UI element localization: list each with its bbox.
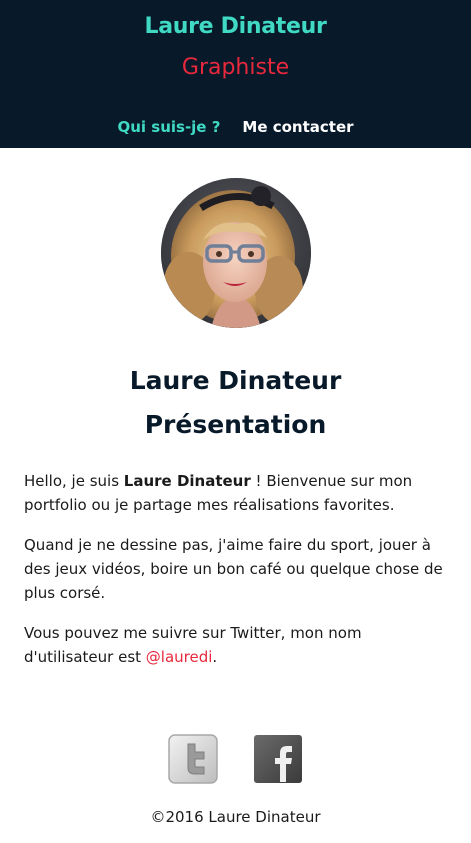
intro-paragraph: Hello, je suis Laure Dinateur ! Bienvenu… [24,469,444,517]
twitter-link[interactable] [168,734,218,784]
site-brand-role: Graphiste [181,55,290,80]
nav-item-contact[interactable]: Me contacter [242,118,353,136]
twitter-icon [168,734,218,784]
avatar [161,178,311,328]
intro-name-bold: Laure Dinateur [123,472,251,490]
profile-name-title: Laure Dinateur [129,366,342,395]
hobbies-paragraph: Quand je ne dessine pas, j'aime faire du… [24,536,443,602]
intro-text-start: Hello, je suis [24,472,124,490]
twitter-text-end: . [212,648,218,666]
site-header: Laure Dinateur Graphiste Qui suis-je ? M… [0,0,471,148]
twitter-handle-link[interactable]: @lauredi [146,648,213,666]
twitter-paragraph: Vous pouvez me suivre sur Twitter, mon n… [24,621,444,669]
avatar-portrait-image [161,178,311,328]
nav-item-about[interactable]: Qui suis-je ? [117,118,220,136]
about-content: Hello, je suis Laure Dinateur ! Bienvenu… [24,469,444,685]
facebook-link[interactable] [253,734,303,784]
presentation-title: Présentation [144,410,327,439]
site-brand-name: Laure Dinateur [144,14,327,39]
facebook-icon [254,735,302,783]
main-nav: Qui suis-je ? Me contacter [0,118,471,136]
footer-copyright: ©2016 Laure Dinateur [150,808,321,826]
social-links [0,734,471,784]
